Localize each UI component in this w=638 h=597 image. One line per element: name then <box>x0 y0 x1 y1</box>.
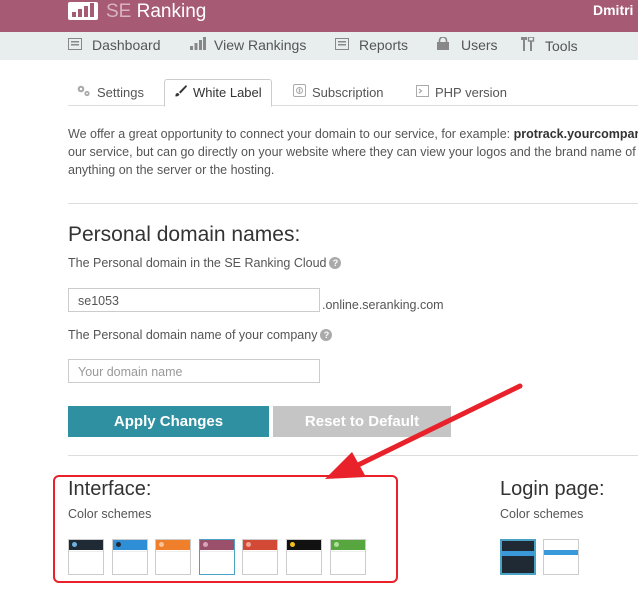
annotation-arrow <box>325 383 523 479</box>
